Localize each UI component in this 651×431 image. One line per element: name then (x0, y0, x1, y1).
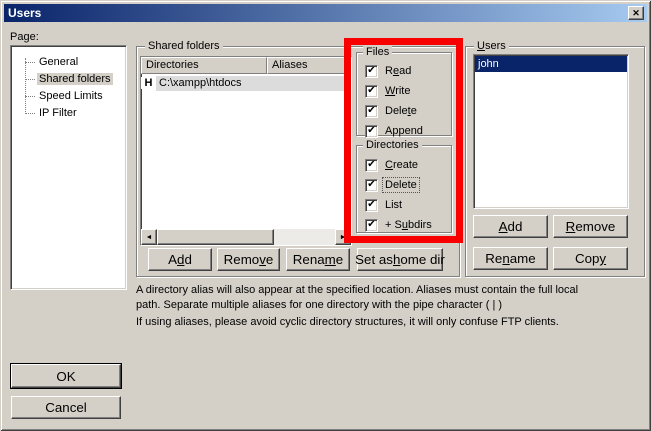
files-permissions-group: Files ✔ Read ✔ Write ✔ Delete ✔ Append (356, 52, 452, 136)
append-label: Append (383, 124, 425, 138)
tree-stub (25, 79, 35, 80)
page-list[interactable]: General Shared folders Speed Limits IP F… (10, 45, 127, 290)
check-icon: ✔ (367, 220, 375, 230)
page-item-speed-limits[interactable]: Speed Limits (11, 89, 126, 106)
scroll-left-button[interactable]: ◄ (141, 229, 157, 245)
scroll-left-icon: ◄ (146, 234, 153, 241)
directory-row[interactable]: H C:\xampp\htdocs (141, 75, 351, 91)
ok-button[interactable]: OK (11, 364, 121, 388)
checkbox-row-subdirs[interactable]: ✔ + Subdirs (357, 215, 451, 235)
user-list-item-john[interactable]: john (475, 56, 627, 72)
page-item-ip-filter[interactable]: IP Filter (11, 106, 126, 123)
check-icon: ✔ (367, 160, 375, 170)
delete-dirs-label: Delete (383, 178, 419, 192)
listview-header: Directories Aliases (141, 57, 351, 74)
set-as-home-dir-button[interactable]: Set as home dir (357, 248, 443, 271)
window-title: Users (4, 6, 628, 20)
scroll-right-button[interactable]: ► (335, 229, 351, 245)
scroll-right-icon: ► (340, 234, 347, 241)
titlebar: Users ✕ (4, 4, 647, 22)
close-icon: ✕ (632, 8, 640, 19)
directories-listview[interactable]: Directories Aliases H C:\xampp\htdocs ◄ … (140, 56, 352, 246)
check-icon: ✔ (367, 126, 375, 136)
cyclic-note: If using aliases, please avoid cyclic di… (136, 315, 648, 330)
page-item-label: General (37, 56, 80, 68)
horizontal-scrollbar[interactable]: ◄ ► (141, 229, 351, 245)
append-checkbox[interactable]: ✔ (365, 125, 378, 138)
check-icon: ✔ (367, 180, 375, 190)
user-add-button[interactable]: Add (473, 215, 548, 238)
alias-note-line1: A directory alias will also appear at th… (136, 283, 648, 298)
alias-note-line2: path. Separate multiple aliases for one … (136, 298, 648, 313)
users-group-label: Users (474, 40, 509, 53)
shared-remove-button[interactable]: Remove (217, 248, 280, 271)
subdirs-label: + Subdirs (383, 218, 434, 232)
shared-add-button[interactable]: Add (148, 248, 212, 271)
home-indicator: H (141, 77, 156, 89)
shared-rename-button[interactable]: Rename (286, 248, 350, 271)
list-label: List (383, 198, 404, 212)
create-label: Create (383, 158, 420, 172)
users-list[interactable]: john (473, 54, 629, 209)
check-icon: ✔ (367, 86, 375, 96)
cancel-button[interactable]: Cancel (11, 396, 121, 419)
close-button[interactable]: ✕ (628, 6, 644, 20)
files-group-label: Files (363, 46, 392, 59)
tree-stub (25, 62, 35, 63)
write-label: Write (383, 84, 412, 98)
delete-files-label: Delete (383, 104, 419, 118)
user-rename-button[interactable]: Rename (473, 247, 548, 270)
checkbox-row-write[interactable]: ✔ Write (357, 81, 451, 101)
delete-dirs-checkbox[interactable]: ✔ (365, 179, 378, 192)
tree-stub (25, 96, 35, 97)
checkbox-row-append[interactable]: ✔ Append (357, 121, 451, 141)
read-checkbox[interactable]: ✔ (365, 65, 378, 78)
column-header-directories[interactable]: Directories (141, 57, 267, 74)
subdirs-checkbox[interactable]: ✔ (365, 219, 378, 232)
checkbox-row-delete-dirs[interactable]: ✔ Delete (357, 175, 451, 195)
page-label: Page: (10, 31, 39, 43)
shared-folders-group-label: Shared folders (145, 40, 223, 53)
page-item-label-selected: Shared folders (37, 73, 113, 85)
directories-group-label: Directories (363, 139, 422, 152)
tree-stub (25, 113, 35, 114)
page-item-label: IP Filter (37, 107, 79, 119)
user-copy-button[interactable]: Copy (553, 247, 628, 270)
read-label: Read (383, 64, 413, 78)
page-item-shared-folders[interactable]: Shared folders (11, 72, 126, 89)
user-remove-button[interactable]: Remove (553, 215, 628, 238)
create-checkbox[interactable]: ✔ (365, 159, 378, 172)
column-header-aliases[interactable]: Aliases (267, 57, 351, 74)
check-icon: ✔ (367, 200, 375, 210)
page-item-general[interactable]: General (11, 55, 126, 72)
delete-files-checkbox[interactable]: ✔ (365, 105, 378, 118)
checkbox-row-read[interactable]: ✔ Read (357, 61, 451, 81)
check-icon: ✔ (367, 106, 375, 116)
page-item-label: Speed Limits (37, 90, 105, 102)
scrollbar-thumb[interactable] (157, 229, 274, 245)
write-checkbox[interactable]: ✔ (365, 85, 378, 98)
list-checkbox[interactable]: ✔ (365, 199, 378, 212)
directories-permissions-group: Directories ✔ Create ✔ Delete ✔ List ✔ +… (356, 145, 452, 233)
checkbox-row-create[interactable]: ✔ Create (357, 155, 451, 175)
checkbox-row-delete-files[interactable]: ✔ Delete (357, 101, 451, 121)
directory-path: C:\xampp\htdocs (156, 76, 351, 91)
check-icon: ✔ (367, 66, 375, 76)
checkbox-row-list[interactable]: ✔ List (357, 195, 451, 215)
